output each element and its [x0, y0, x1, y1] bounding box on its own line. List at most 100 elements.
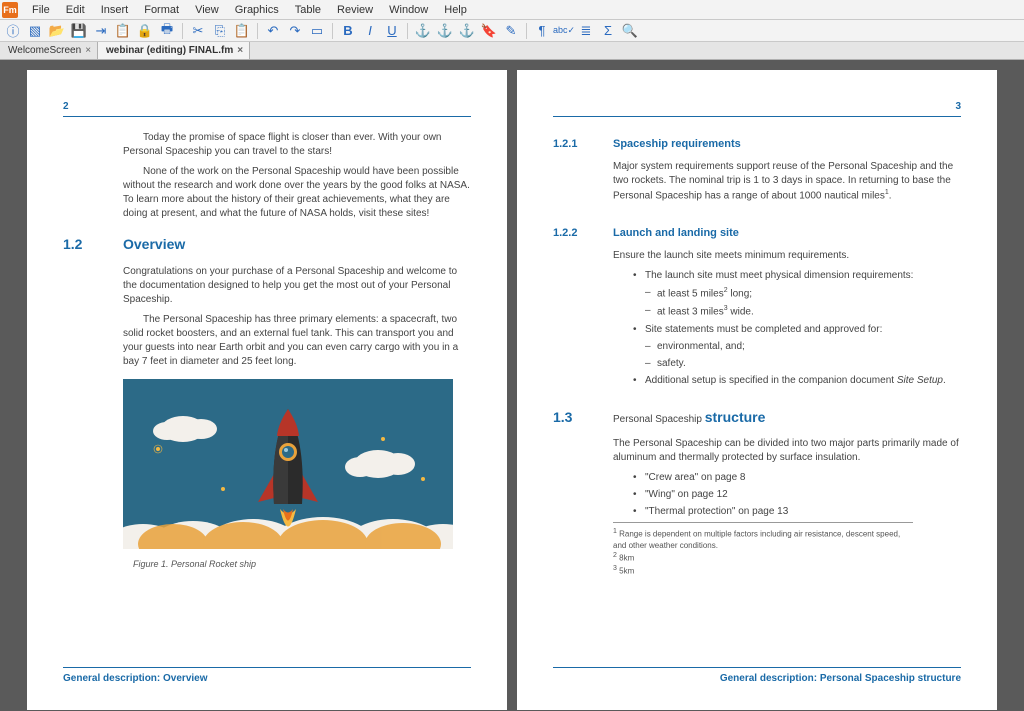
footnotes: 1 Range is dependent on multiple factors… [613, 522, 913, 577]
anchor-link-icon[interactable]: ⚓ [458, 22, 476, 40]
page-body: 1.2.1 Spaceship requirements Major syste… [553, 131, 961, 657]
list-item[interactable]: at least 5 miles2 long; [633, 286, 961, 301]
cut-icon[interactable]: ✂ [189, 22, 207, 40]
footnote[interactable]: 1 Range is dependent on multiple factors… [613, 527, 913, 551]
paragraph[interactable]: Congratulations on your purchase of a Pe… [123, 265, 471, 307]
paragraph-icon[interactable]: ¶ [533, 22, 551, 40]
paragraph[interactable]: Today the promise of space flight is clo… [123, 131, 471, 159]
toolbar: ⓘ ▧ 📂 💾 ⇥ 📋 🔒 🖶 ✂ ⎘ 📋 ↶ ↷ ▭ B I U ⚓ ⚓ ⚓ … [0, 20, 1024, 42]
toolbar-separator [332, 23, 333, 39]
bullet-list[interactable]: The launch site must meet physical dimen… [633, 269, 961, 388]
list-item[interactable]: at least 3 miles3 wide. [633, 304, 961, 319]
tab-welcomescreen[interactable]: WelcomeScreen × [0, 42, 98, 59]
list-item[interactable]: "Wing" on page 12 [633, 488, 961, 502]
footer-text: General description: Overview [63, 672, 471, 686]
heading-label: Spaceship requirements [613, 137, 741, 152]
copy-icon[interactable]: ⎘ [211, 22, 229, 40]
redo-icon[interactable]: ↷ [286, 22, 304, 40]
undo-icon[interactable]: ↶ [264, 22, 282, 40]
footnote[interactable]: 3 5km [613, 564, 913, 577]
toolbar-separator [182, 23, 183, 39]
list-item[interactable]: The launch site must meet physical dimen… [633, 269, 961, 283]
workspace[interactable]: 2 Today the promise of space flight is c… [0, 60, 1024, 711]
menu-table[interactable]: Table [287, 2, 329, 18]
bullet-list[interactable]: "Crew area" on page 8 "Wing" on page 12 … [633, 471, 961, 519]
app-icon: Fm [2, 2, 18, 18]
heading-number: 1.2 [63, 235, 107, 255]
clipboard-icon[interactable]: 📋 [114, 22, 132, 40]
list-icon[interactable]: ≣ [577, 22, 595, 40]
heading-spaceship-requirements[interactable]: 1.2.1 Spaceship requirements [553, 137, 961, 152]
heading-launch-landing[interactable]: 1.2.2 Launch and landing site [553, 226, 961, 241]
menu-insert[interactable]: Insert [93, 2, 137, 18]
open-icon[interactable]: 📂 [48, 22, 66, 40]
new-icon[interactable]: ▧ [26, 22, 44, 40]
anchor-icon[interactable]: ⚓ [414, 22, 432, 40]
footnote[interactable]: 2 8km [613, 551, 913, 564]
lock-icon[interactable]: 🔒 [136, 22, 154, 40]
close-icon[interactable]: × [85, 45, 91, 56]
toolbar-separator [526, 23, 527, 39]
spellcheck-icon[interactable]: abc✓ [555, 22, 573, 40]
underline-icon[interactable]: U [383, 22, 401, 40]
close-icon[interactable]: × [237, 45, 243, 56]
tab-label: WelcomeScreen [8, 45, 81, 56]
app-frame: Fm File Edit Insert Format View Graphics… [0, 0, 1024, 711]
figure-caption[interactable]: Figure 1. Personal Rocket ship [133, 558, 471, 571]
figure-rocket[interactable] [123, 379, 453, 554]
print-icon[interactable]: 🖶 [158, 22, 176, 40]
heading-structure[interactable]: 1.3 Personal Spaceship structure [553, 408, 961, 428]
heading-overview[interactable]: 1.2 Overview [63, 235, 471, 255]
paragraph[interactable]: Ensure the launch site meets minimum req… [613, 249, 961, 263]
menu-file[interactable]: File [24, 2, 58, 18]
paste-icon[interactable]: 📋 [233, 22, 251, 40]
info-icon[interactable]: ⓘ [4, 22, 22, 40]
list-item[interactable]: environmental, and; [633, 340, 961, 354]
list-item[interactable]: safety. [633, 357, 961, 371]
list-item[interactable]: "Crew area" on page 8 [633, 471, 961, 485]
heading-number: 1.2.2 [553, 226, 597, 241]
heading-number: 1.3 [553, 408, 597, 428]
paragraph[interactable]: None of the work on the Personal Spacesh… [123, 165, 471, 221]
tab-webinar-final[interactable]: webinar (editing) FINAL.fm × [98, 42, 250, 59]
paragraph[interactable]: The Personal Spaceship can be divided in… [613, 437, 961, 465]
heading-label: Launch and landing site [613, 226, 739, 241]
menu-review[interactable]: Review [329, 2, 381, 18]
paragraph[interactable]: Major system requirements support reuse … [613, 160, 961, 203]
list-item[interactable]: "Thermal protection" on page 13 [633, 505, 961, 519]
menu-help[interactable]: Help [436, 2, 475, 18]
page-left[interactable]: 2 Today the promise of space flight is c… [27, 70, 507, 710]
bookmark-icon[interactable]: 🔖 [480, 22, 498, 40]
menu-edit[interactable]: Edit [58, 2, 93, 18]
page-footer: General description: Personal Spaceship … [553, 667, 961, 686]
tab-bar: WelcomeScreen × webinar (editing) FINAL.… [0, 42, 1024, 60]
import-icon[interactable]: ⇥ [92, 22, 110, 40]
menu-format[interactable]: Format [136, 2, 187, 18]
wand-icon[interactable]: ✎ [502, 22, 520, 40]
toolbar-separator [257, 23, 258, 39]
page-body: Today the promise of space flight is clo… [63, 131, 471, 657]
heading-label: Personal Spaceship structure [613, 408, 765, 428]
italic-icon[interactable]: I [361, 22, 379, 40]
menu-window[interactable]: Window [381, 2, 436, 18]
save-icon[interactable]: 💾 [70, 22, 88, 40]
menu-view[interactable]: View [187, 2, 227, 18]
menu-graphics[interactable]: Graphics [227, 2, 287, 18]
heading-label: Overview [123, 235, 185, 255]
bold-icon[interactable]: B [339, 22, 357, 40]
list-item[interactable]: Site statements must be completed and ap… [633, 323, 961, 337]
menubar: Fm File Edit Insert Format View Graphics… [0, 0, 1024, 20]
tab-label: webinar (editing) FINAL.fm [106, 45, 233, 56]
page-right[interactable]: 3 1.2.1 Spaceship requirements Major sys… [517, 70, 997, 710]
search-icon[interactable]: 🔍 [621, 22, 639, 40]
sigma-icon[interactable]: Σ [599, 22, 617, 40]
list-item[interactable]: Additional setup is specified in the com… [633, 374, 961, 388]
footer-text: General description: Personal Spaceship … [553, 672, 961, 686]
paragraph[interactable]: The Personal Spaceship has three primary… [123, 313, 471, 369]
anchor-broken-icon[interactable]: ⚓ [436, 22, 454, 40]
page-number: 3 [553, 100, 961, 117]
toolbar-separator [407, 23, 408, 39]
page-footer: General description: Overview [63, 667, 471, 686]
heading-number: 1.2.1 [553, 137, 597, 152]
group-icon[interactable]: ▭ [308, 22, 326, 40]
